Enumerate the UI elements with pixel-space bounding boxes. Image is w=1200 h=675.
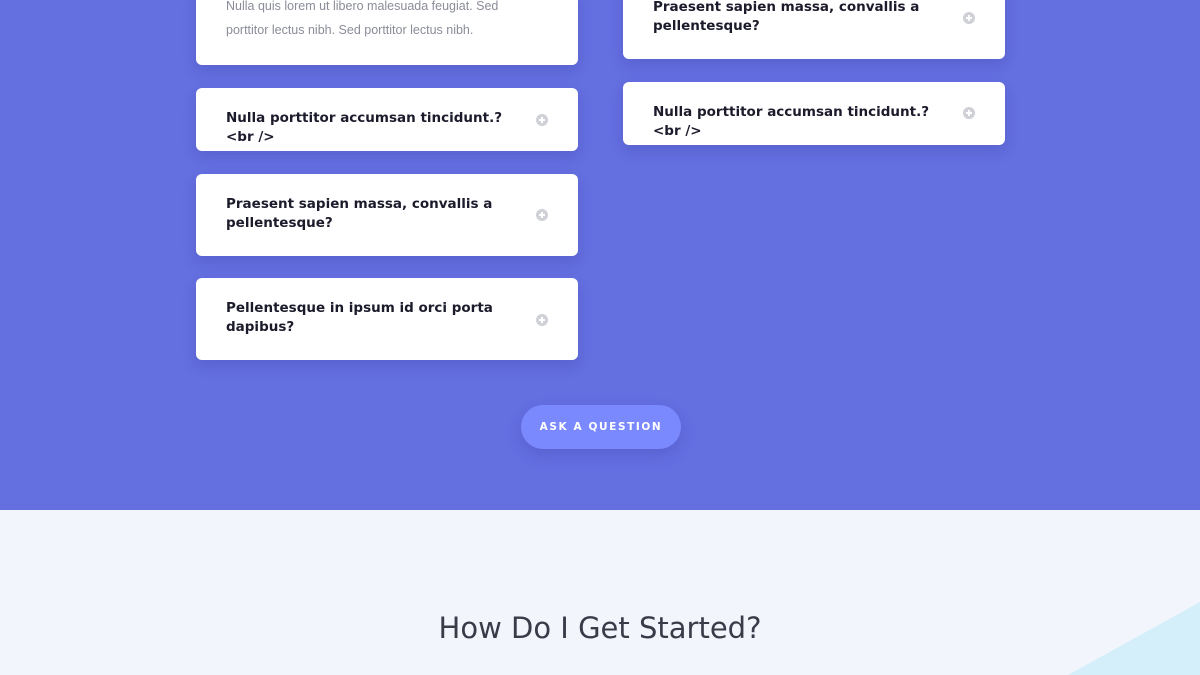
plus-circle-icon[interactable] [536, 314, 548, 326]
faq-question: Pellentesque in ipsum id orci porta dapi… [226, 300, 493, 335]
faq-answer: Nulla quis lorem ut libero malesuada feu… [226, 0, 499, 37]
faq-question: Praesent sapien massa, convallis a pelle… [653, 0, 920, 34]
faq-section: Nulla quis lorem ut libero malesuada feu… [0, 0, 1200, 510]
faq-question: Praesent sapien massa, convallis a pelle… [226, 196, 493, 231]
plus-circle-icon[interactable] [536, 114, 548, 126]
plus-circle-icon[interactable] [963, 12, 975, 24]
plus-circle-icon[interactable] [963, 107, 975, 119]
faq-item[interactable]: Pellentesque in ipsum id orci porta dapi… [196, 278, 578, 360]
faq-question: Nulla porttitor accumsan tincidunt.?<br … [653, 104, 930, 139]
plus-circle-icon[interactable] [536, 209, 548, 221]
faq-item[interactable]: Praesent sapien massa, convallis a pelle… [196, 174, 578, 256]
ask-question-button[interactable]: ASK A QUESTION [521, 405, 681, 449]
faq-item[interactable]: Praesent sapien massa, convallis a pelle… [623, 0, 1005, 59]
section-title: How Do I Get Started? [438, 611, 762, 645]
faq-item-expanded[interactable]: Nulla quis lorem ut libero malesuada feu… [196, 0, 578, 65]
get-started-section: How Do I Get Started? [0, 510, 1200, 675]
faq-item[interactable]: Nulla porttitor accumsan tincidunt.?<br … [623, 82, 1005, 145]
faq-question: Nulla porttitor accumsan tincidunt.?<br … [226, 110, 503, 145]
decorative-corner-shape [1068, 602, 1200, 675]
faq-item[interactable]: Nulla porttitor accumsan tincidunt.?<br … [196, 88, 578, 151]
